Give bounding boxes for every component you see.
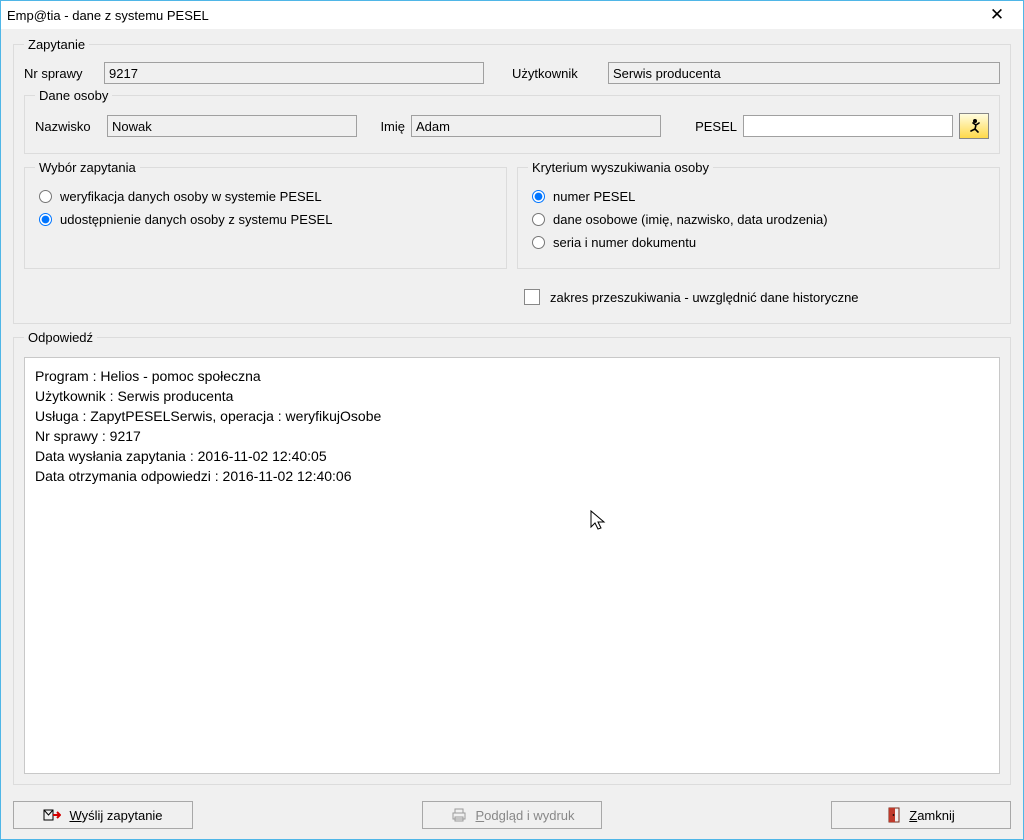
legend-zapytanie: Zapytanie (24, 37, 89, 52)
send-query-label-ul: W (69, 808, 81, 823)
legend-wybor: Wybór zapytania (35, 160, 140, 175)
input-imie[interactable] (411, 115, 661, 137)
preview-print-button[interactable]: Podgląd i wydruk (422, 801, 602, 829)
input-nr-sprawy[interactable] (104, 62, 484, 84)
group-dane-osoby: Dane osoby Nazwisko Imię PESEL (24, 88, 1000, 154)
close-button[interactable]: ✕ (977, 3, 1017, 27)
legend-dane-osoby: Dane osoby (35, 88, 112, 103)
titlebar: Emp@tia - dane z systemu PESEL ✕ (1, 1, 1023, 29)
radio-numer-pesel-label: numer PESEL (553, 189, 635, 204)
radio-weryfikacja[interactable]: weryfikacja danych osoby w systemie PESE… (39, 189, 492, 204)
radio-seria-dokumentu[interactable]: seria i numer dokumentu (532, 235, 985, 250)
radio-udostepnienie-input[interactable] (39, 213, 52, 226)
radio-udostepnienie-label: udostępnienie danych osoby z systemu PES… (60, 212, 332, 227)
checkbox-zakres-label: zakres przeszukiwania - uwzględnić dane … (550, 290, 859, 305)
client-area: Zapytanie Nr sprawy Użytkownik Dane osob… (1, 29, 1023, 839)
radio-dane-osobowe-input[interactable] (532, 213, 545, 226)
radio-dane-osobowe[interactable]: dane osobowe (imię, nazwisko, data urodz… (532, 212, 985, 227)
radio-udostepnienie[interactable]: udostępnienie danych osoby z systemu PES… (39, 212, 492, 227)
input-nazwisko[interactable] (107, 115, 357, 137)
close-window-label-rest: amknij (917, 808, 955, 823)
door-icon (887, 807, 901, 823)
send-query-button[interactable]: Wyślij zapytanie (13, 801, 193, 829)
preview-print-label-rest: odgląd i wydruk (484, 808, 574, 823)
send-query-label-rest: yślij zapytanie (82, 808, 163, 823)
radio-numer-pesel-input[interactable] (532, 190, 545, 203)
label-nazwisko: Nazwisko (35, 119, 101, 134)
button-bar: Wyślij zapytanie Podgląd i wydruk Zamkni (13, 801, 1011, 829)
person-run-icon (966, 118, 982, 134)
label-imie: Imię (369, 119, 405, 134)
legend-odpowiedz: Odpowiedź (24, 330, 97, 345)
window-title: Emp@tia - dane z systemu PESEL (7, 8, 977, 23)
radio-seria-dokumentu-input[interactable] (532, 236, 545, 249)
close-icon: ✕ (990, 5, 1004, 25)
run-lookup-button[interactable] (959, 113, 989, 139)
group-kryterium: Kryterium wyszukiwania osoby numer PESEL… (517, 160, 1000, 269)
legend-kryterium: Kryterium wyszukiwania osoby (528, 160, 713, 175)
printer-icon (450, 808, 468, 822)
input-uzytkownik[interactable] (608, 62, 1000, 84)
label-pesel: PESEL (677, 119, 737, 134)
group-wybor-zapytania: Wybór zapytania weryfikacja danych osoby… (24, 160, 507, 269)
close-window-button[interactable]: Zamknij (831, 801, 1011, 829)
app-window: Emp@tia - dane z systemu PESEL ✕ Zapytan… (0, 0, 1024, 840)
preview-print-label-ul: P (476, 808, 485, 823)
label-uzytkownik: Użytkownik (512, 66, 602, 81)
radio-seria-dokumentu-label: seria i numer dokumentu (553, 235, 696, 250)
checkbox-zakres[interactable] (524, 289, 540, 305)
close-window-label-ul: Z (909, 808, 917, 823)
response-text[interactable]: Program : Helios - pomoc społeczna Użytk… (24, 357, 1000, 774)
radio-weryfikacja-input[interactable] (39, 190, 52, 203)
label-nr-sprawy: Nr sprawy (24, 66, 98, 81)
radio-weryfikacja-label: weryfikacja danych osoby w systemie PESE… (60, 189, 322, 204)
input-pesel[interactable] (743, 115, 953, 137)
group-zapytanie: Zapytanie Nr sprawy Użytkownik Dane osob… (13, 37, 1011, 324)
send-icon (43, 808, 61, 822)
radio-dane-osobowe-label: dane osobowe (imię, nazwisko, data urodz… (553, 212, 828, 227)
group-odpowiedz: Odpowiedź Program : Helios - pomoc społe… (13, 330, 1011, 785)
radio-numer-pesel[interactable]: numer PESEL (532, 189, 985, 204)
